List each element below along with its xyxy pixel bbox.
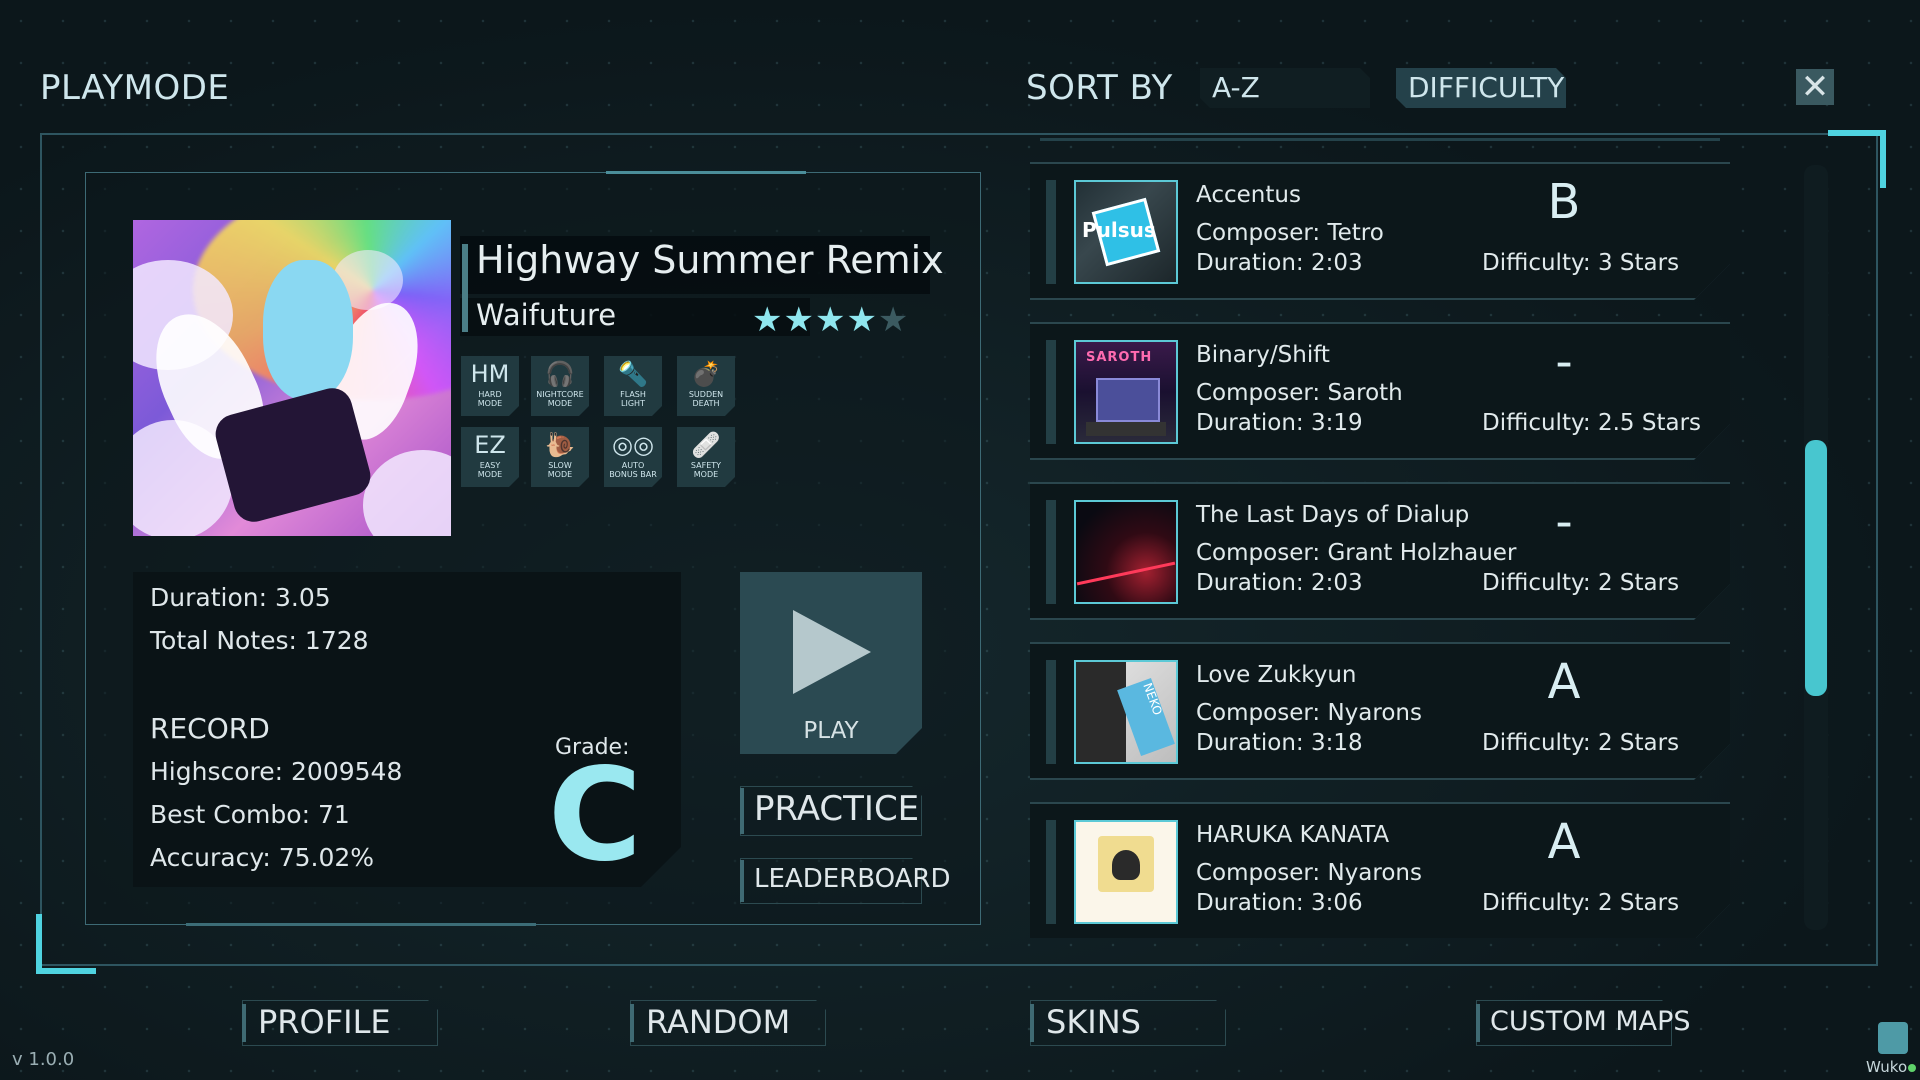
song-cover-art — [133, 220, 451, 536]
song-title: The Last Days of Dialup — [1196, 502, 1470, 528]
song-thumbnail: SAROTH — [1074, 340, 1178, 444]
song-thumbnail — [1074, 500, 1178, 604]
song-composer: Composer: Grant Holzhauer — [1196, 540, 1517, 566]
flashlight-icon: 🔦 — [618, 360, 648, 388]
song-composer: Composer: Nyarons — [1196, 700, 1422, 726]
song-list-item[interactable]: The Last Days of Dialup Composer: Grant … — [1030, 484, 1730, 618]
custom-maps-button[interactable]: CUSTOM MAPS — [1476, 1000, 1691, 1046]
skins-button[interactable]: SKINS — [1030, 1000, 1226, 1046]
song-thumbnail: NEKO — [1074, 660, 1178, 764]
mod-auto-bonus-bar[interactable]: ◎◎ AUTO BONUS BAR — [604, 427, 662, 487]
sort-difficulty-button[interactable]: DIFFICULTY — [1396, 68, 1566, 108]
record-heading: RECORD — [150, 712, 270, 745]
song-composer: Composer: Saroth — [1196, 380, 1403, 406]
song-difficulty: Difficulty: 2 Stars — [1482, 730, 1680, 756]
song-duration: Duration: 3:18 — [1196, 730, 1363, 756]
snail-icon: 🐌 — [545, 431, 575, 459]
song-list-item[interactable]: HARUKA KANATA Composer: Nyarons Duration… — [1030, 804, 1730, 938]
bandage-icon: 🩹 — [691, 431, 721, 459]
close-icon: ✕ — [1800, 67, 1830, 107]
duration-stat: Duration: 3.05 — [150, 583, 331, 612]
bomb-icon: 💣 — [691, 360, 721, 388]
mod-easy-mode[interactable]: EZ EASY MODE — [461, 427, 519, 487]
song-title: Love Zukkyun — [1196, 662, 1357, 688]
song-list-item[interactable]: NEKO Love Zukkyun Composer: Nyarons Dura… — [1030, 644, 1730, 778]
hard-mode-icon: HM — [470, 360, 510, 388]
grade-value: C — [548, 741, 642, 890]
song-grade: A — [1547, 814, 1581, 870]
practice-button[interactable]: PRACTICE — [740, 786, 922, 836]
username: Wuko — [1866, 1058, 1908, 1076]
easy-mode-icon: EZ — [474, 431, 506, 459]
mod-slow-mode[interactable]: 🐌 SLOW MODE — [531, 427, 589, 487]
song-grade: B — [1547, 174, 1581, 230]
page-title: PLAYMODE — [40, 68, 230, 108]
song-list[interactable]: Pulsus Accentus Composer: Tetro Duration… — [1030, 138, 1730, 938]
version-label: v 1.0.0 — [12, 1049, 75, 1070]
song-difficulty: Difficulty: 3 Stars — [1482, 250, 1680, 276]
song-grade: - — [1555, 494, 1573, 550]
star-empty-icon: ★ — [877, 300, 910, 340]
song-duration: Duration: 3:19 — [1196, 410, 1363, 436]
highscore-stat: Highscore: 2009548 — [150, 757, 403, 786]
song-title: Accentus — [1196, 182, 1301, 208]
song-artist: Waifuture — [476, 298, 617, 332]
song-title: Binary/Shift — [1196, 342, 1330, 368]
play-icon — [793, 610, 871, 694]
total-notes-stat: Total Notes: 1728 — [150, 626, 369, 655]
best-combo-stat: Best Combo: 71 — [150, 800, 350, 829]
song-title: Highway Summer Remix — [476, 238, 944, 282]
play-button[interactable]: PLAY — [740, 572, 922, 754]
song-difficulty: Difficulty: 2.5 Stars — [1482, 410, 1702, 436]
song-composer: Composer: Nyarons — [1196, 860, 1422, 886]
difficulty-stars: ★★★★★ — [752, 300, 909, 340]
user-avatar-icon[interactable] — [1878, 1022, 1908, 1054]
mod-sudden-death[interactable]: 💣 SUDDEN DEATH — [677, 356, 735, 416]
song-list-scrollbar-thumb[interactable] — [1805, 440, 1827, 696]
random-button[interactable]: RANDOM — [630, 1000, 826, 1046]
song-list-item[interactable]: SAROTH Binary/Shift Composer: Saroth Dur… — [1030, 324, 1730, 458]
song-difficulty: Difficulty: 2 Stars — [1482, 570, 1680, 596]
song-grade: A — [1547, 654, 1581, 710]
song-composer: Composer: Tetro — [1196, 220, 1384, 246]
song-grade: - — [1555, 334, 1573, 390]
online-status-icon — [1908, 1064, 1916, 1072]
accuracy-stat: Accuracy: 75.02% — [150, 843, 375, 872]
profile-button[interactable]: PROFILE — [242, 1000, 438, 1046]
song-duration: Duration: 3:06 — [1196, 890, 1363, 916]
frame-corner-top-right — [1828, 130, 1886, 188]
title-accent-bar — [462, 244, 468, 332]
song-duration: Duration: 2:03 — [1196, 250, 1363, 276]
close-button[interactable]: ✕ — [1796, 69, 1834, 105]
song-difficulty: Difficulty: 2 Stars — [1482, 890, 1680, 916]
sort-a-z-button[interactable]: A-Z — [1200, 68, 1370, 108]
mod-nightcore-mode[interactable]: 🎧 NIGHTCORE MODE — [531, 356, 589, 416]
leaderboard-button[interactable]: LEADERBOARD — [740, 858, 950, 904]
sort-by-label: SORT BY — [1026, 68, 1173, 108]
song-title: HARUKA KANATA — [1196, 822, 1390, 848]
mod-safety-mode[interactable]: 🩹 SAFETY MODE — [677, 427, 735, 487]
auto-bonus-bar-icon: ◎◎ — [612, 431, 654, 459]
play-label: PLAY — [803, 718, 859, 744]
song-list-item[interactable]: Pulsus Accentus Composer: Tetro Duration… — [1030, 164, 1730, 298]
star-filled-icons: ★★★★ — [752, 300, 878, 340]
song-thumbnail — [1074, 820, 1178, 924]
headphones-icon: 🎧 — [545, 360, 575, 388]
song-thumbnail: Pulsus — [1074, 180, 1178, 284]
mod-hard-mode[interactable]: HM HARD MODE — [461, 356, 519, 416]
mod-flash-light[interactable]: 🔦 FLASH LIGHT — [604, 356, 662, 416]
song-duration: Duration: 2:03 — [1196, 570, 1363, 596]
